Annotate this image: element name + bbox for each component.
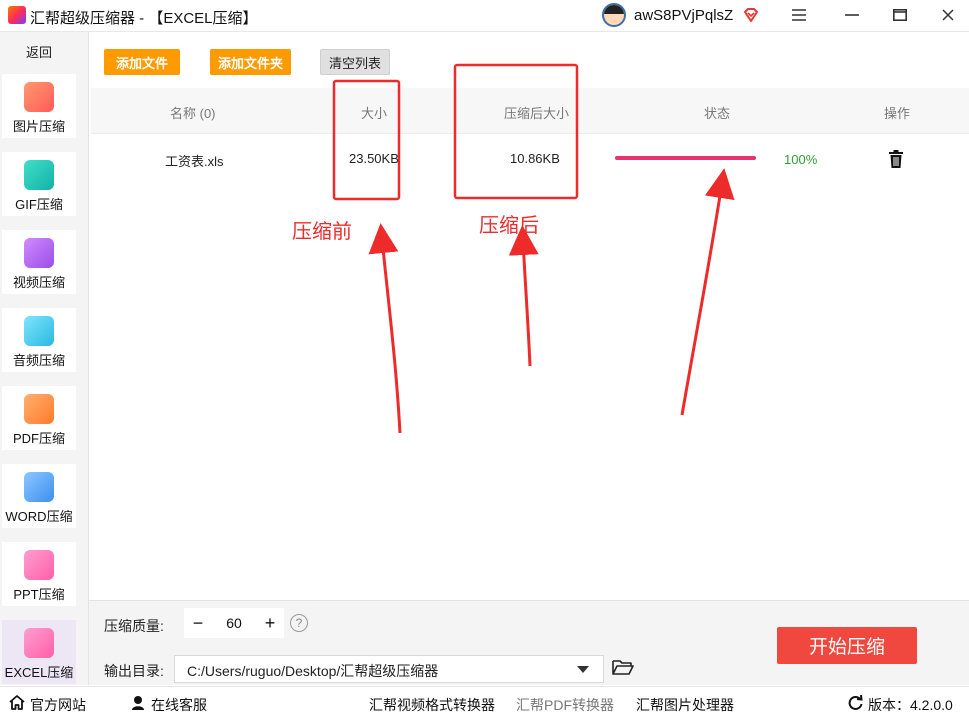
vip-diamond-icon[interactable] <box>742 6 760 24</box>
maximize-button[interactable] <box>876 0 924 30</box>
column-status: 状态 <box>704 106 731 121</box>
file-name: 工资表.xls <box>165 154 224 169</box>
sidebar: 返回 图片压缩 GIF压缩 视频压缩 音频压缩 PDF压缩 WORD压缩 PPT… <box>0 32 89 685</box>
column-compressed-size: 压缩后大小 <box>504 106 570 121</box>
quality-value[interactable]: 60 <box>212 615 256 631</box>
minimize-button[interactable] <box>828 0 876 30</box>
sidebar-item-excel[interactable]: EXCEL压缩 <box>2 620 76 684</box>
output-dir-select[interactable]: C:/Users/ruguo/Desktop/汇帮超级压缩器 <box>174 655 604 683</box>
close-button[interactable] <box>924 0 969 30</box>
version-label: 版本：4.2.0.0 <box>868 697 953 713</box>
sidebar-item-audio[interactable]: 音频压缩 <box>2 308 76 372</box>
add-file-button[interactable]: 添加文件 <box>104 49 180 75</box>
sidebar-item-image[interactable]: 图片压缩 <box>2 74 76 138</box>
column-size: 大小 <box>361 106 388 121</box>
maximize-icon <box>893 9 907 21</box>
file-table: 名称 (0) 大小 压缩后大小 状态 操作 工资表.xls 23.50KB 10… <box>91 88 969 600</box>
home-icon <box>9 695 25 710</box>
refresh-icon[interactable] <box>848 695 863 710</box>
window-title: 汇帮超级压缩器 - 【EXCEL压缩】 <box>30 10 258 27</box>
add-folder-button[interactable]: 添加文件夹 <box>210 49 291 75</box>
file-size: 23.50KB <box>349 151 399 166</box>
sidebar-item-label: 视频压缩 <box>12 275 65 290</box>
table-header: 名称 (0) 大小 压缩后大小 状态 操作 <box>91 88 969 134</box>
word-icon <box>24 472 54 502</box>
sidebar-item-label: WORD压缩 <box>5 509 73 524</box>
output-dir-label: 输出目录: <box>104 663 164 679</box>
audio-icon <box>24 316 54 346</box>
sidebar-item-label: 图片压缩 <box>12 119 65 134</box>
folder-open-icon[interactable] <box>612 658 634 676</box>
caret-down-icon[interactable] <box>577 666 589 673</box>
video-converter-link[interactable]: 汇帮视频格式转换器 <box>369 695 495 715</box>
gif-icon <box>24 160 54 190</box>
quality-label: 压缩质量: <box>104 618 164 634</box>
pdf-icon <box>24 394 54 424</box>
column-action: 操作 <box>884 106 911 121</box>
sidebar-item-label: EXCEL压缩 <box>4 665 74 680</box>
user-avatar[interactable] <box>602 3 626 27</box>
back-link[interactable]: 返回 <box>0 42 78 61</box>
video-icon <box>24 238 54 268</box>
sidebar-item-label: 音频压缩 <box>12 353 65 368</box>
excel-icon <box>24 628 54 658</box>
footer-bar: 官方网站 在线客服 汇帮视频格式转换器 汇帮PDF转换器 汇帮图片处理器 版本：… <box>0 686 969 717</box>
hamburger-icon <box>792 9 806 21</box>
start-compress-button[interactable]: 开始压缩 <box>777 627 917 664</box>
image-icon <box>24 82 54 112</box>
title-bar: 汇帮超级压缩器 - 【EXCEL压缩】 awS8PVjPqlsZ <box>0 0 969 32</box>
column-name: 名称 (0) <box>170 106 216 121</box>
sidebar-item-ppt[interactable]: PPT压缩 <box>2 542 76 606</box>
sidebar-item-label: GIF压缩 <box>15 197 63 212</box>
sidebar-item-word[interactable]: WORD压缩 <box>2 464 76 528</box>
progress-bar <box>615 156 756 160</box>
output-dir-value: C:/Users/ruguo/Desktop/汇帮超级压缩器 <box>187 663 439 679</box>
pdf-converter-link[interactable]: 汇帮PDF转换器 <box>516 695 614 715</box>
official-website-link[interactable]: 官方网站 <box>30 695 86 715</box>
ppt-icon <box>24 550 54 580</box>
close-icon <box>942 9 954 21</box>
image-processor-link[interactable]: 汇帮图片处理器 <box>636 695 734 715</box>
file-compressed-size: 10.86KB <box>510 151 560 166</box>
app-logo-icon <box>8 6 26 24</box>
minimize-icon <box>845 14 859 16</box>
annotation-after-label: 压缩后 <box>479 215 539 237</box>
sidebar-item-pdf[interactable]: PDF压缩 <box>2 386 76 450</box>
online-support-link[interactable]: 在线客服 <box>151 695 207 715</box>
sidebar-item-video[interactable]: 视频压缩 <box>2 230 76 294</box>
quality-minus-button[interactable]: − <box>184 613 212 634</box>
progress-fill <box>615 156 756 160</box>
sidebar-item-label: PPT压缩 <box>13 587 65 602</box>
support-agent-icon <box>132 696 144 710</box>
help-icon[interactable]: ? <box>290 614 308 632</box>
trash-icon[interactable] <box>888 150 904 168</box>
sidebar-item-gif[interactable]: GIF压缩 <box>2 152 76 216</box>
sidebar-item-label: PDF压缩 <box>12 431 65 446</box>
user-name[interactable]: awS8PVjPqlsZ <box>634 7 733 24</box>
clear-list-button[interactable]: 清空列表 <box>320 49 390 75</box>
status-percent: 100% <box>784 152 818 167</box>
quality-stepper[interactable]: − 60 + <box>184 608 284 638</box>
menu-button[interactable] <box>775 0 823 30</box>
annotation-before-label: 压缩前 <box>292 221 352 243</box>
quality-plus-button[interactable]: + <box>256 613 284 634</box>
